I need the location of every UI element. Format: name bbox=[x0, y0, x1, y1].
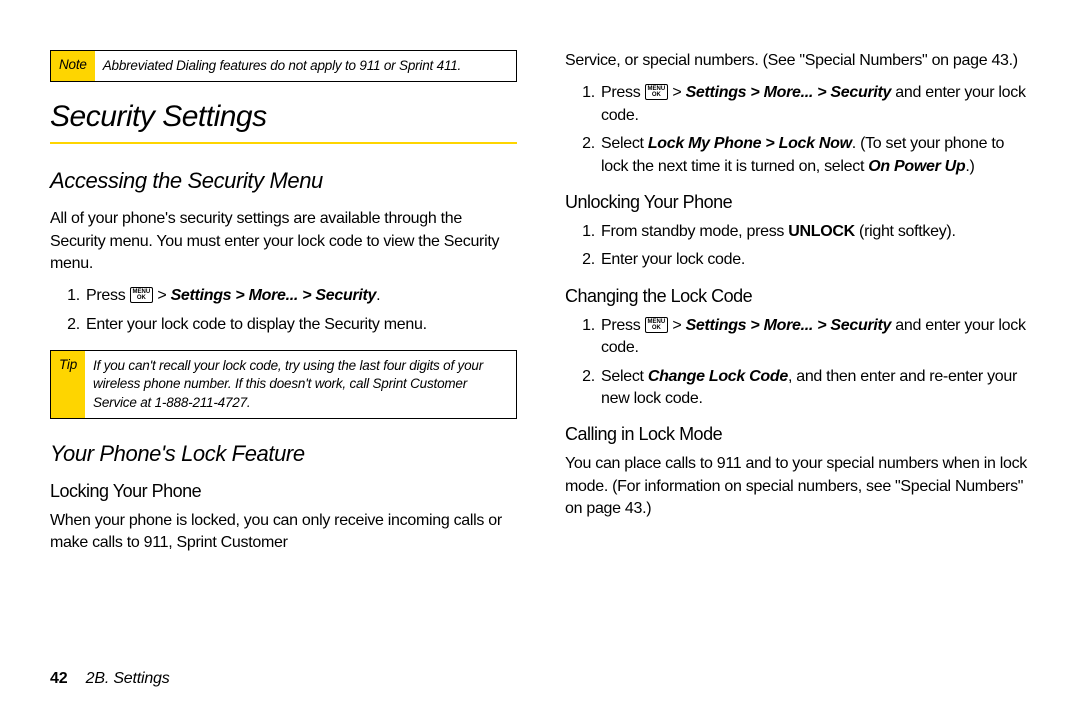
change-step-1: Press MENUOK > Settings > More... > Secu… bbox=[599, 315, 1032, 360]
locking-body-cont: Service, or special numbers. (See "Speci… bbox=[565, 50, 1032, 72]
heading-changing-lock-code: Changing the Lock Code bbox=[565, 286, 1032, 307]
menu-ok-key-icon: MENUOK bbox=[645, 84, 669, 100]
right-column: Service, or special numbers. (See "Speci… bbox=[565, 50, 1032, 720]
text: .) bbox=[965, 158, 974, 175]
change-step-2: Select Change Lock Code, and then enter … bbox=[599, 366, 1032, 411]
unlocking-step-2: Enter your lock code. bbox=[599, 249, 1032, 271]
locking-step-2: Select Lock My Phone > Lock Now. (To set… bbox=[599, 133, 1032, 178]
page-footer: 42 2B. Settings bbox=[50, 670, 170, 688]
nav-path: Settings > More... > Security bbox=[171, 287, 377, 304]
note-callout: Note Abbreviated Dialing features do not… bbox=[50, 50, 517, 82]
option: On Power Up bbox=[868, 158, 965, 175]
tip-callout: Tip If you can't recall your lock code, … bbox=[50, 350, 517, 419]
heading-security-settings: Security Settings bbox=[50, 100, 517, 144]
text: > bbox=[668, 84, 685, 101]
text: Select bbox=[601, 135, 648, 152]
text: (right softkey). bbox=[855, 223, 956, 240]
accessing-intro: All of your phone's security settings ar… bbox=[50, 208, 517, 275]
text: From standby mode, press bbox=[601, 223, 788, 240]
left-column: Note Abbreviated Dialing features do not… bbox=[50, 50, 517, 720]
menu-ok-key-icon: MENUOK bbox=[130, 287, 154, 303]
text: Press bbox=[601, 317, 645, 334]
unlocking-steps: From standby mode, press UNLOCK (right s… bbox=[565, 221, 1032, 272]
manual-page: Note Abbreviated Dialing features do not… bbox=[0, 0, 1080, 720]
accessing-steps: Press MENUOK > Settings > More... > Secu… bbox=[50, 285, 517, 336]
tip-text: If you can't recall your lock code, try … bbox=[85, 351, 516, 418]
text: > bbox=[668, 317, 685, 334]
text: Press bbox=[601, 84, 645, 101]
unlocking-step-1: From standby mode, press UNLOCK (right s… bbox=[599, 221, 1032, 243]
text: Press bbox=[86, 287, 130, 304]
text: > bbox=[153, 287, 170, 304]
note-label: Note bbox=[51, 51, 95, 81]
heading-lock-feature: Your Phone's Lock Feature bbox=[50, 441, 517, 467]
page-number: 42 bbox=[50, 670, 67, 687]
heading-unlocking-your-phone: Unlocking Your Phone bbox=[565, 192, 1032, 213]
heading-accessing-security-menu: Accessing the Security Menu bbox=[50, 168, 517, 194]
menu-ok-key-icon: MENUOK bbox=[645, 317, 669, 333]
text: Select bbox=[601, 368, 648, 385]
locking-steps: Press MENUOK > Settings > More... > Secu… bbox=[565, 82, 1032, 178]
heading-locking-your-phone: Locking Your Phone bbox=[50, 481, 517, 502]
nav-path: Settings > More... > Security bbox=[686, 84, 892, 101]
text: . bbox=[376, 287, 380, 304]
tip-label: Tip bbox=[51, 351, 85, 418]
change-code-steps: Press MENUOK > Settings > More... > Secu… bbox=[565, 315, 1032, 411]
nav-path: Lock My Phone > Lock Now bbox=[648, 135, 852, 152]
softkey-name: UNLOCK bbox=[788, 223, 855, 240]
accessing-step-2: Enter your lock code to display the Secu… bbox=[84, 314, 517, 336]
note-text: Abbreviated Dialing features do not appl… bbox=[95, 51, 469, 81]
section-label: 2B. Settings bbox=[86, 670, 170, 687]
nav-path: Settings > More... > Security bbox=[686, 317, 892, 334]
heading-calling-in-lock-mode: Calling in Lock Mode bbox=[565, 424, 1032, 445]
accessing-step-1: Press MENUOK > Settings > More... > Secu… bbox=[84, 285, 517, 307]
locking-step-1: Press MENUOK > Settings > More... > Secu… bbox=[599, 82, 1032, 127]
locking-body: When your phone is locked, you can only … bbox=[50, 510, 517, 555]
option: Change Lock Code bbox=[648, 368, 788, 385]
calling-lock-mode-body: You can place calls to 911 and to your s… bbox=[565, 453, 1032, 520]
